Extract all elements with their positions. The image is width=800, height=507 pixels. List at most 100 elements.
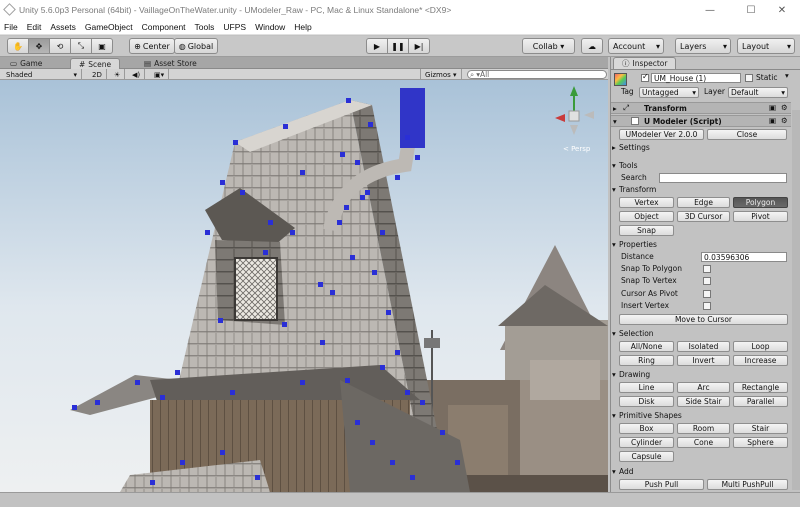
chevron-down-icon[interactable]: ▾ [785,71,789,80]
menu-assets[interactable]: Assets [50,22,76,32]
cone-button[interactable]: Cone [677,437,730,448]
settings-section[interactable]: Settings [619,143,650,152]
gizmos-dropdown[interactable]: Gizmos ▾ [420,69,462,80]
box-button[interactable]: Box [619,423,674,434]
rectangle-button[interactable]: Rectangle [733,382,788,393]
menu-window[interactable]: Window [255,22,285,32]
minimize-button[interactable]: — [692,0,728,20]
help-icon[interactable]: ▣ [769,103,776,112]
isolated-button[interactable]: Isolated [677,341,730,352]
snap-button[interactable]: Snap [619,225,674,236]
audio-toggle[interactable]: ◀) [128,69,146,80]
play-button[interactable]: ▶ [366,38,388,54]
persp-label[interactable]: < Persp [563,145,591,153]
tool-search-input[interactable] [659,173,787,183]
collab-button[interactable]: Collab ▾ [522,38,575,54]
move-to-cursor-button[interactable]: Move to Cursor [619,314,788,325]
gear-icon[interactable]: ⚙ [781,103,788,112]
tab-inspector[interactable]: ⓘ Inspector [613,57,677,69]
mode-2d-toggle[interactable]: 2D [88,69,107,80]
hand-tool-button[interactable]: ✋ [7,38,29,54]
divider [611,69,800,70]
scene-search-input[interactable]: ⌕ ▾All [467,70,607,79]
account-dropdown[interactable]: Account ▾ [608,38,664,54]
help-icon[interactable]: ▣ [769,116,776,125]
menu-component[interactable]: Component [142,22,186,32]
layout-dropdown[interactable]: Layout ▾ [737,38,795,54]
tab-asset-store[interactable]: ▤ Asset Store [136,58,205,69]
transform-header[interactable]: ▸ ⤢ Transform ▣ ⚙ [611,102,791,114]
line-button[interactable]: Line [619,382,674,393]
menu-tools[interactable]: Tools [195,22,215,32]
tools-section[interactable]: Tools [619,161,637,170]
transform-section[interactable]: Transform [619,185,656,194]
loop-button[interactable]: Loop [733,341,788,352]
close-window-button[interactable]: ✕ [764,0,800,20]
edge-button[interactable]: Edge [677,197,730,208]
menu-gameobject[interactable]: GameObject [85,22,133,32]
sphere-button[interactable]: Sphere [733,437,788,448]
scene-viewport[interactable]: < Persp [0,80,608,492]
menu-help[interactable]: Help [294,22,311,32]
vertex-button[interactable]: Vertex [619,197,674,208]
gear-icon[interactable]: ⚙ [781,116,788,125]
pivot-center-button[interactable]: ⊕ Center [129,38,175,54]
distance-field[interactable]: 0.03596306 [701,252,787,262]
static-checkbox[interactable] [745,74,753,82]
umodeler-close-button[interactable]: Close [707,129,787,140]
object-name-input[interactable]: UM_House (1) [651,73,741,83]
insert-vertex-checkbox[interactable] [703,302,711,310]
all-none-button[interactable]: All/None [619,341,674,352]
effects-dropdown[interactable]: ▣▾ [150,69,170,80]
umodeler-version-button[interactable]: UModeler Ver 2.0.0 [619,129,704,140]
object-button[interactable]: Object [619,211,674,222]
umodeler-enabled-checkbox[interactable] [631,117,639,125]
rotate-tool-button[interactable]: ⟲ [49,38,71,54]
3d-cursor-button[interactable]: 3D Cursor [677,211,730,222]
cursor-pivot-checkbox[interactable] [703,290,711,298]
primitive-shapes-section[interactable]: Primitive Shapes [619,411,682,420]
stair-button[interactable]: Stair [733,423,788,434]
properties-section[interactable]: Properties [619,240,657,249]
scale-tool-button[interactable]: ⤡ [70,38,92,54]
increase-button[interactable]: Increase [733,355,788,366]
room-button[interactable]: Room [677,423,730,434]
chevron-down-icon: ▾ [655,41,660,51]
snap-polygon-checkbox[interactable] [703,265,711,273]
cloud-button[interactable]: ☁ [581,38,603,54]
tag-dropdown[interactable]: Untagged ▾ [639,87,699,98]
inspector-scrollbar[interactable] [792,110,800,490]
push-pull-button[interactable]: Push Pull [619,479,704,490]
menu-ufps[interactable]: UFPS [223,22,246,32]
invert-button[interactable]: Invert [677,355,730,366]
pause-button[interactable]: ❚❚ [387,38,409,54]
menu-file[interactable]: File [4,22,18,32]
lighting-toggle[interactable]: ☀ [110,69,126,80]
selection-section[interactable]: Selection [619,329,654,338]
rect-tool-button[interactable]: ▣ [91,38,113,54]
global-button[interactable]: ◍ Global [174,38,218,54]
drawing-section[interactable]: Drawing [619,370,650,379]
side-stair-button[interactable]: Side Stair [677,396,730,407]
shading-dropdown[interactable]: Shaded ▾ [2,69,82,80]
pivot-button[interactable]: Pivot [733,211,788,222]
multi-push-pull-button[interactable]: Multi PushPull [707,479,788,490]
tab-game[interactable]: ▭ Game [2,58,50,69]
step-button[interactable]: ▶| [408,38,430,54]
layers-dropdown[interactable]: Layers ▾ [675,38,731,54]
parallel-button[interactable]: Parallel [733,396,788,407]
move-tool-button[interactable]: ✥ [28,38,50,54]
snap-vertex-checkbox[interactable] [703,277,711,285]
tab-scene[interactable]: # Scene [70,58,121,69]
capsule-button[interactable]: Capsule [619,451,674,462]
disk-button[interactable]: Disk [619,396,674,407]
layer-dropdown[interactable]: Default ▾ [728,87,788,98]
umodeler-header[interactable]: ▾ U Modeler (Script) ▣ ⚙ [611,115,791,127]
polygon-button[interactable]: Polygon [733,197,788,208]
add-section[interactable]: Add [619,467,634,476]
active-checkbox[interactable]: ✓ [641,72,649,82]
menu-edit[interactable]: Edit [27,22,42,32]
ring-button[interactable]: Ring [619,355,674,366]
cylinder-button[interactable]: Cylinder [619,437,674,448]
arc-button[interactable]: Arc [677,382,730,393]
